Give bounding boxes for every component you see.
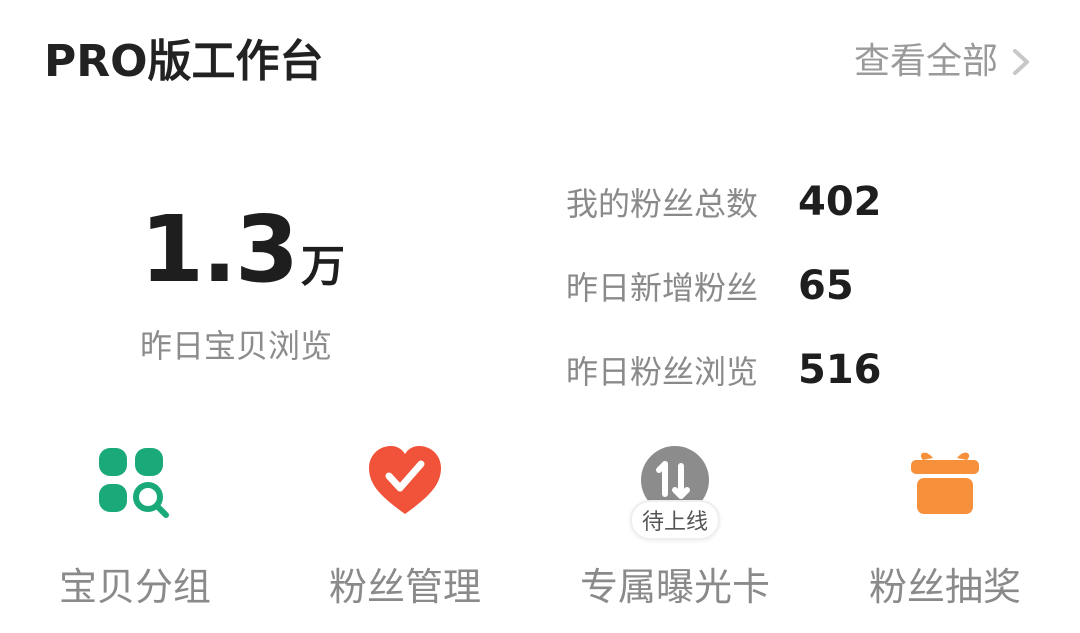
- tool-item-grouping[interactable]: 宝贝分组: [0, 440, 270, 612]
- tool-fan-management[interactable]: 粉丝管理: [270, 440, 540, 612]
- chevron-right-icon: [1013, 49, 1029, 75]
- item-views-label: 昨日宝贝浏览: [140, 327, 333, 365]
- tool-label: 粉丝抽奖: [868, 565, 1021, 609]
- pro-workbench-card: PRO版工作台 查看全部 1.3 万 昨日宝贝浏览 我的粉丝总数 402 昨日新…: [0, 0, 1080, 633]
- stat-label: 昨日粉丝浏览: [566, 353, 759, 391]
- stat-row-fan-views[interactable]: 昨日粉丝浏览 516: [566, 328, 882, 412]
- heart-check-icon: [369, 446, 441, 514]
- tool-grid: 宝贝分组 粉丝管理 待上线 专属曝光卡 粉丝抽奖: [0, 440, 1080, 612]
- gift-box-icon: [911, 452, 979, 514]
- yesterday-item-views[interactable]: 1.3 万 昨日宝贝浏览: [140, 196, 350, 368]
- stat-value: 402: [798, 179, 882, 225]
- stat-label: 昨日新增粉丝: [566, 269, 759, 307]
- item-views-number: 1.3: [140, 196, 299, 303]
- stat-label: 我的粉丝总数: [566, 185, 759, 223]
- item-views-unit: 万: [300, 241, 345, 292]
- tool-fan-lottery[interactable]: 粉丝抽奖: [810, 440, 1080, 612]
- tool-exposure-card[interactable]: 待上线 专属曝光卡: [540, 440, 810, 612]
- view-all-link[interactable]: 查看全部: [854, 36, 1034, 88]
- stat-row-total-fans[interactable]: 我的粉丝总数 402: [566, 160, 882, 244]
- tool-label: 宝贝分组: [58, 565, 211, 609]
- stat-value: 516: [798, 347, 882, 393]
- view-all-label: 查看全部: [853, 41, 998, 82]
- stat-value: 65: [798, 263, 854, 309]
- coming-soon-badge: 待上线: [629, 500, 721, 540]
- fan-stats: 我的粉丝总数 402 昨日新增粉丝 65 昨日粉丝浏览 516: [566, 160, 882, 412]
- tool-label: 粉丝管理: [328, 565, 481, 609]
- page-title: PRO版工作台: [44, 36, 324, 87]
- grid-search-icon: [99, 448, 169, 518]
- tool-label: 专属曝光卡: [579, 565, 770, 609]
- item-views-value: 1.3 万: [140, 196, 350, 304]
- stat-row-new-fans[interactable]: 昨日新增粉丝 65: [566, 244, 882, 328]
